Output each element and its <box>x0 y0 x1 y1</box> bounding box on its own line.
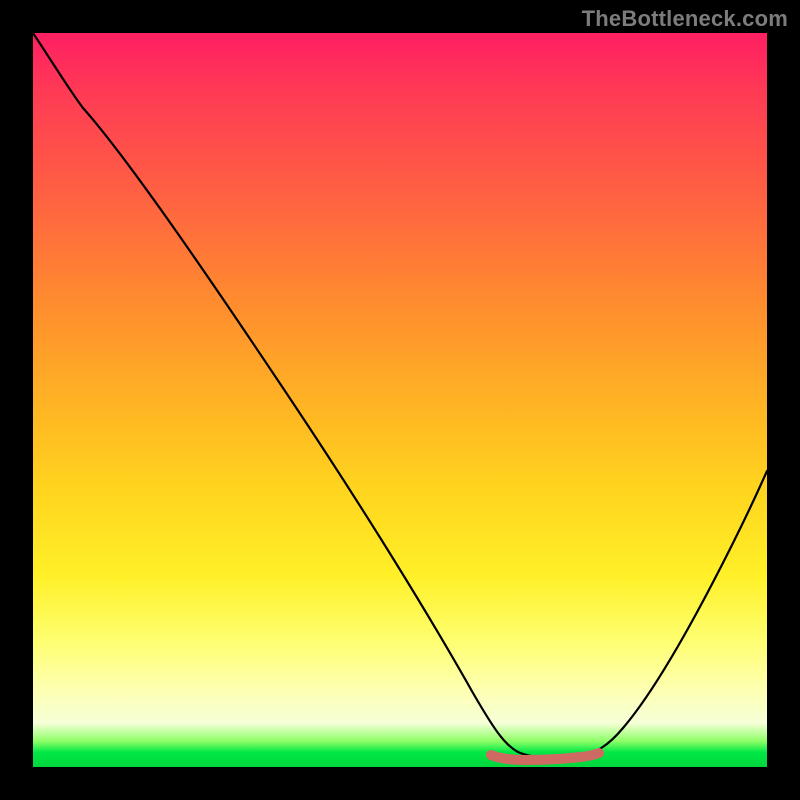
watermark-text: TheBottleneck.com <box>582 6 788 32</box>
optimal-region-marker <box>491 753 599 760</box>
chart-frame: TheBottleneck.com <box>0 0 800 800</box>
plot-area <box>33 33 767 767</box>
bottleneck-curve <box>33 33 767 758</box>
chart-svg <box>33 33 767 767</box>
